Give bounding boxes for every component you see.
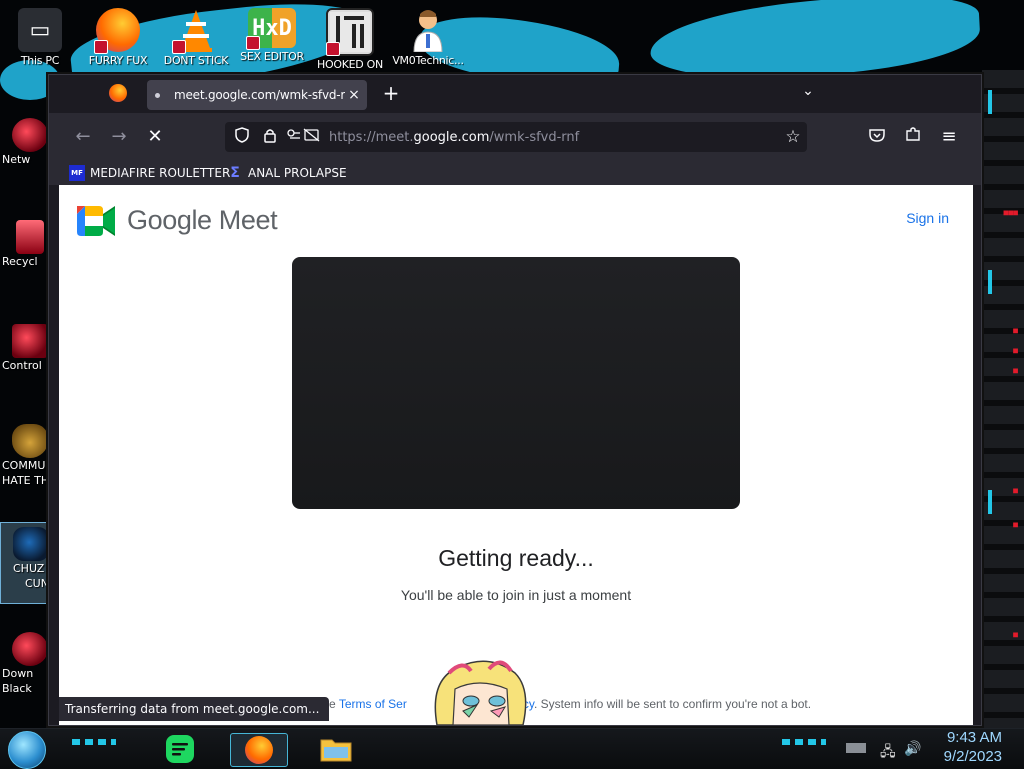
new-tab-button[interactable]: + xyxy=(379,81,403,105)
extensions-puzzle-icon[interactable] xyxy=(899,123,927,151)
cartoon-character-sticker xyxy=(419,659,539,725)
back-button[interactable]: ← xyxy=(69,123,97,151)
neon-strip xyxy=(988,270,992,294)
permissions-icon[interactable] xyxy=(287,128,320,146)
getting-ready-heading: Getting ready... xyxy=(438,545,594,571)
red-tick: ■ xyxy=(1013,326,1018,335)
desktop-icon-download[interactable]: Down Black xyxy=(0,632,50,696)
taskbar-decoration xyxy=(782,739,826,745)
network-tray-icon[interactable]: 🖧 xyxy=(880,741,896,765)
url-bar[interactable]: https://meet.google.com/wmk-sfvd-rnf ☆ xyxy=(225,122,807,152)
page-content: Google Meet Sign in Getting ready... You… xyxy=(59,185,973,725)
sigma-icon: Σ xyxy=(230,165,240,181)
pocket-icon[interactable] xyxy=(863,123,891,151)
red-tick: ■ xyxy=(1013,486,1018,495)
firefox-window: meet.google.com/wmk-sfvd-rnf × + ⌄ ← → ✕… xyxy=(48,74,982,726)
desktop-icon-this-pc[interactable]: ▭ This PC xyxy=(4,8,76,67)
desktop-icon-chuz[interactable]: CHUZ CUN xyxy=(0,522,52,604)
status-bar-popup: Transferring data from meet.google.com..… xyxy=(59,697,329,721)
bookmark-mediafire-rouletter[interactable]: MF MEDIAFIRE ROULETTER xyxy=(69,164,230,182)
google-meet-logo[interactable]: Google Meet xyxy=(77,205,278,236)
firefox-icon xyxy=(94,8,140,54)
tab-google-meet[interactable]: meet.google.com/wmk-sfvd-rnf × xyxy=(147,80,367,110)
start-button[interactable] xyxy=(8,731,46,769)
tab-strip: meet.google.com/wmk-sfvd-rnf × + ⌄ xyxy=(49,75,981,113)
desktop-icon-control-panel[interactable]: Control xyxy=(0,324,50,373)
firefox-icon xyxy=(245,736,273,764)
desktop-icon-vm0technic[interactable]: VM0Technic... xyxy=(392,8,464,67)
red-tick: ■ xyxy=(1013,366,1018,375)
pc-icon: ▭ xyxy=(18,8,62,52)
volume-tray-icon[interactable]: 🔊 xyxy=(904,741,921,757)
desktop-icon-dont-stick[interactable]: DONT STICK xyxy=(160,8,232,67)
taskbar-app-firefox[interactable] xyxy=(230,733,288,767)
red-tick: ■ xyxy=(1013,630,1018,639)
desktop-icon-hooked-on[interactable]: HOOKED ON xyxy=(314,8,386,71)
maze-icon xyxy=(326,8,374,56)
tab-close-icon[interactable]: × xyxy=(345,87,363,103)
lock-icon[interactable] xyxy=(259,128,281,147)
bookmark-star-icon[interactable]: ☆ xyxy=(779,127,807,147)
sign-in-link[interactable]: Sign in xyxy=(906,210,949,226)
desktop-icon-network[interactable]: Netw xyxy=(0,118,50,167)
url-text[interactable]: https://meet.google.com/wmk-sfvd-rnf xyxy=(329,130,779,145)
firefox-logo-icon xyxy=(109,84,127,102)
tab-loading-indicator-icon xyxy=(155,92,160,98)
desktop-icon-commu[interactable]: COMMU HATE TH xyxy=(0,424,50,488)
taskbar-decoration xyxy=(72,739,116,745)
recycle-bin-icon xyxy=(16,220,44,254)
list-all-tabs-chevron-icon[interactable]: ⌄ xyxy=(799,83,817,101)
getting-ready-subheading: You'll be able to join in just a moment xyxy=(400,587,632,603)
hamburger-menu-icon[interactable]: ≡ xyxy=(935,123,963,151)
taskbar-app-file-explorer[interactable] xyxy=(308,733,364,765)
bookmarks-toolbar: MF MEDIAFIRE ROULETTER Σ ANAL PROLAPSE xyxy=(49,161,981,185)
desktop-icon-sex-editor[interactable]: HxD SEX EDITOR xyxy=(236,8,308,63)
desktop-icon-recycle-bin[interactable]: Recycl xyxy=(0,220,50,269)
network-icon xyxy=(12,118,48,152)
folder-icon xyxy=(320,739,352,762)
navigation-toolbar: ← → ✕ https://meet.google.com/wmk-sfvd-r… xyxy=(49,113,981,161)
red-tick: ■ xyxy=(1013,520,1018,529)
taskbar: 🖧 🔊 9:43 AM 9/2/2023 xyxy=(0,728,1024,769)
taskbar-decoration xyxy=(846,743,866,753)
vlc-icon xyxy=(172,8,218,54)
forward-button[interactable]: → xyxy=(105,123,133,151)
legal-notice: o the Terms of Serolicy. System info wil… xyxy=(309,697,812,711)
control-panel-icon xyxy=(12,324,48,358)
download-icon xyxy=(12,632,48,666)
red-tick: ■■■ xyxy=(1003,208,1018,217)
doctor-icon xyxy=(406,8,450,52)
wallpaper-blob xyxy=(648,0,982,84)
stop-loading-button[interactable]: ✕ xyxy=(141,123,169,151)
bookmark-anal-prolapse[interactable]: Σ ANAL PROLAPSE xyxy=(227,164,346,182)
system-clock[interactable]: 9:43 AM 9/2/2023 xyxy=(944,729,1002,767)
desktop-icon-furry-fux[interactable]: FURRY FUX xyxy=(82,8,154,67)
mediafire-icon: MF xyxy=(69,165,85,181)
neon-strip xyxy=(988,490,992,514)
hxd-icon: HxD xyxy=(246,8,296,50)
neon-strip xyxy=(988,90,992,114)
character-icon xyxy=(13,527,49,561)
red-tick: ■ xyxy=(1013,346,1018,355)
taskbar-app-spotify[interactable] xyxy=(152,733,208,765)
tracking-protection-shield-icon[interactable] xyxy=(231,127,253,147)
desktop-right-frame: ■■■ ■ ■ ■ ■ ■ ■ xyxy=(982,70,1024,730)
google-meet-camera-icon xyxy=(77,205,115,236)
terms-of-service-link[interactable]: Terms of Ser xyxy=(339,697,407,711)
video-preview xyxy=(292,257,740,509)
spotify-icon xyxy=(166,735,194,763)
money-bag-icon xyxy=(12,424,48,458)
